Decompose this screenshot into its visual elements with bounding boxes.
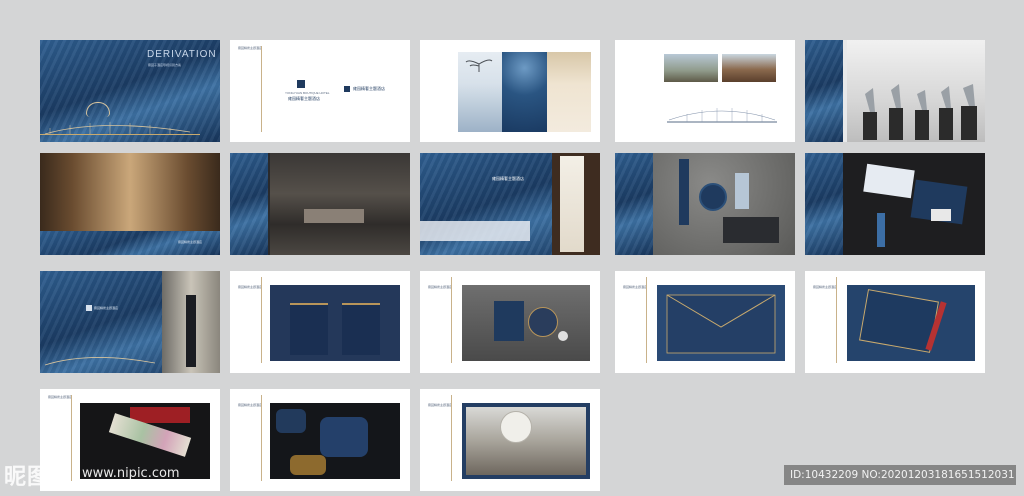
pen-item xyxy=(877,213,885,247)
page-thumb-nature-panels[interactable] xyxy=(420,40,600,142)
stationery-box xyxy=(735,173,749,209)
page-thumb-packaging[interactable]: 雍园精奢主题酒店 xyxy=(420,271,600,373)
page-header-text: 雍园精奢主题酒店 xyxy=(238,46,263,50)
page-thumb-envelope[interactable]: 雍园精奢主题酒店 xyxy=(615,271,795,373)
bag-right xyxy=(342,303,380,355)
panel-water-image xyxy=(502,52,547,132)
pillar-logo-icon xyxy=(86,305,92,311)
keycard xyxy=(931,209,951,221)
stationery-card-vertical xyxy=(679,159,689,225)
packaging-cup xyxy=(558,331,568,341)
page-header-text: 雍园精奢主题酒店 xyxy=(238,285,263,289)
bag-left xyxy=(290,303,328,355)
packaging-round-box xyxy=(528,307,558,337)
page-header-text: 雍园精奢主题酒店 xyxy=(428,285,453,289)
page-header-text: 雍园精奢主题酒店 xyxy=(623,285,648,289)
page-divider xyxy=(836,277,837,363)
tea-gold-wrap xyxy=(290,455,326,475)
page-thumb-living-room[interactable] xyxy=(230,153,410,255)
panel-stone-image xyxy=(547,52,591,132)
scroll-painting xyxy=(560,156,584,252)
logo-horizontal-icon xyxy=(344,86,350,92)
page-thumb-lobby[interactable]: 雍园精奢主题酒店 xyxy=(40,153,220,255)
page-divider xyxy=(261,46,262,132)
pillar-bridge-icon xyxy=(44,357,156,366)
page-thumb-stationery-stone[interactable] xyxy=(615,153,795,255)
business-card xyxy=(863,163,915,199)
roofline-drawing-icon xyxy=(667,108,777,123)
cloud-emblem-icon xyxy=(86,102,110,117)
page-header-text: 雍园精奢主题酒店 xyxy=(48,395,73,399)
page-thumb-sculptures[interactable] xyxy=(805,40,985,142)
page-thumb-stationery-dark[interactable] xyxy=(805,153,985,255)
lobby-footer-logo-text: 雍园精奢主题酒店 xyxy=(178,240,203,244)
stationery-notebook xyxy=(723,217,779,243)
sofa-shape xyxy=(304,209,364,223)
cover-bridge-icon xyxy=(44,122,191,135)
pillar-page-logo-text: 雍园精奢主题酒店 xyxy=(94,306,119,310)
site-watermark-url: www.nipic.com xyxy=(82,466,180,481)
logo-caption-en: YONGYUAN BOUTIQUE HOTEL xyxy=(285,91,330,95)
architecture-photo-1 xyxy=(664,54,718,82)
room-round-window xyxy=(500,411,532,443)
scroll-page-logo: 雍园精奢主题酒店 xyxy=(492,176,524,181)
logo-caption-cn: 雍园精奢主题酒店 xyxy=(288,96,320,101)
tree-silhouette-icon xyxy=(465,59,493,72)
page-header-text: 雍园精奢主题酒店 xyxy=(428,403,453,407)
packaging-photo-bg xyxy=(462,285,590,361)
page-blue-strip xyxy=(230,153,268,255)
page-header-text: 雍园精奢主题酒店 xyxy=(813,285,838,289)
sculpture-figures-icon xyxy=(863,84,977,140)
stationery-plate xyxy=(699,183,727,211)
page-blue-strip xyxy=(615,153,653,255)
page-thumb-folder[interactable]: 雍园精奢主题酒店 xyxy=(805,271,985,373)
logo-horizontal-text: 雍园精奢主题酒店 xyxy=(353,86,385,91)
packaging-bag xyxy=(494,301,524,341)
page-thumb-architecture[interactable] xyxy=(615,40,795,142)
image-id-label: ID:10432209 NO:20201203181651512031 xyxy=(784,465,1016,485)
page-thumb-cover[interactable]: DERIVATION 雍园子酒店导视识别方案 xyxy=(40,40,220,142)
cover-subtitle: 雍园子酒店导视识别方案 xyxy=(148,63,182,67)
page-thumb-logo[interactable]: 雍园精奢主题酒店 YONGYUAN BOUTIQUE HOTEL 雍园精奢主题酒… xyxy=(230,40,410,142)
tea-pack-center xyxy=(320,417,368,457)
page-divider xyxy=(646,277,647,363)
page-divider xyxy=(451,395,452,481)
cover-title: DERIVATION xyxy=(147,49,217,60)
envelope-icon xyxy=(666,294,776,354)
architecture-photo-2 xyxy=(722,54,776,82)
page-thumb-signage-pillar[interactable]: 雍园精奢主题酒店 xyxy=(40,271,220,373)
page-blue-strip xyxy=(805,153,843,255)
page-thumb-interior-room[interactable]: 雍园精奢主题酒店 xyxy=(420,389,600,491)
page-thumb-scroll-display[interactable]: 雍园精奢主题酒店 xyxy=(420,153,600,255)
scroll-signboard xyxy=(420,221,530,241)
pillar-sign xyxy=(186,295,196,367)
page-thumb-tea-packs[interactable]: 雍园精奢主题酒店 xyxy=(230,389,410,491)
lobby-photo xyxy=(40,153,220,231)
logo-mark-icon xyxy=(297,80,305,88)
page-header-text: 雍园精奢主题酒店 xyxy=(238,403,263,407)
site-watermark: 昵图网 xyxy=(4,465,74,490)
page-divider xyxy=(261,277,262,363)
tea-pack-left xyxy=(276,409,306,433)
living-room-photo xyxy=(270,153,410,255)
page-divider xyxy=(261,395,262,481)
page-divider xyxy=(451,277,452,363)
page-blue-strip xyxy=(805,40,843,142)
page-thumb-shopping-bags[interactable]: 雍园精奢主题酒店 xyxy=(230,271,410,373)
